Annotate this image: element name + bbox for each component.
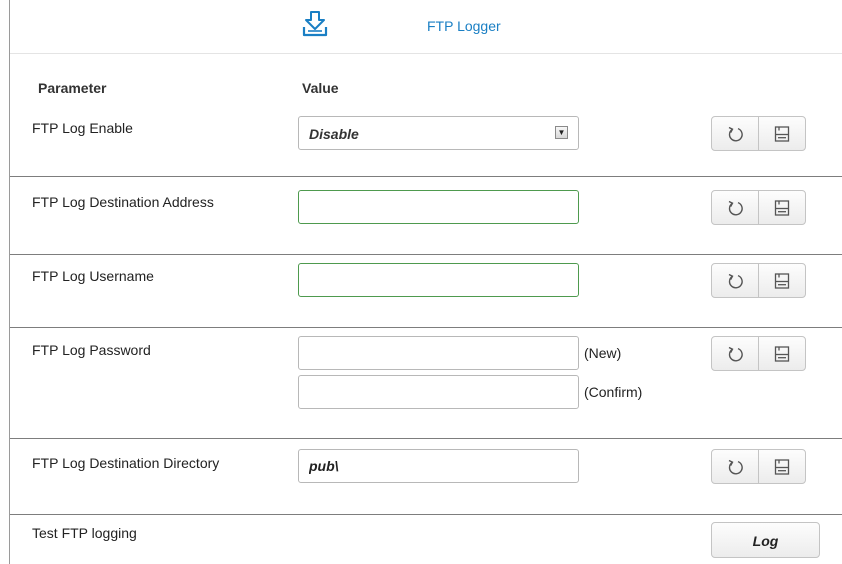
save-button[interactable] (758, 264, 805, 297)
ftp-log-username-input[interactable] (298, 263, 579, 297)
ftp-log-enable-label: FTP Log Enable (32, 120, 133, 136)
save-button[interactable] (758, 191, 805, 224)
save-icon (774, 125, 790, 142)
save-icon (774, 199, 790, 216)
ftp-log-password-new-input[interactable] (298, 336, 579, 370)
log-button[interactable]: Log (711, 522, 820, 558)
row-divider (10, 438, 842, 439)
refresh-button[interactable] (712, 264, 758, 297)
refresh-icon (728, 273, 743, 288)
refresh-icon (728, 126, 743, 141)
ftp-log-destination-directory-input[interactable] (298, 449, 579, 483)
ftp-log-enable-value: Disable (309, 126, 359, 142)
ftp-log-destination-address-label: FTP Log Destination Address (32, 194, 214, 210)
save-icon (774, 458, 790, 475)
dropdown-arrow-icon[interactable]: ▼ (555, 126, 568, 139)
column-header-value: Value (302, 80, 339, 96)
save-button[interactable] (758, 117, 805, 150)
enable-action-buttons (711, 116, 806, 151)
refresh-icon (728, 459, 743, 474)
page-title: FTP Logger (427, 18, 501, 34)
download-tray-icon (302, 11, 328, 37)
row-divider (10, 176, 842, 177)
username-action-buttons (711, 263, 806, 298)
ftp-log-username-label: FTP Log Username (32, 268, 154, 284)
row-divider (10, 254, 842, 255)
directory-action-buttons (711, 449, 806, 484)
save-button[interactable] (758, 337, 805, 370)
test-ftp-logging-label: Test FTP logging (32, 525, 137, 541)
refresh-icon (728, 346, 743, 361)
password-confirm-hint: (Confirm) (584, 384, 643, 400)
refresh-button[interactable] (712, 337, 758, 370)
ftp-log-password-confirm-input[interactable] (298, 375, 579, 409)
refresh-icon (728, 200, 743, 215)
ftp-log-destination-address-input[interactable] (298, 190, 579, 224)
ftp-logger-panel: FTP Logger Parameter Value FTP Log Enabl… (9, 0, 842, 564)
password-new-hint: (New) (584, 345, 622, 361)
column-header-parameter: Parameter (38, 80, 107, 96)
ftp-log-destination-directory-label: FTP Log Destination Directory (32, 455, 220, 471)
save-icon (774, 345, 790, 362)
address-action-buttons (711, 190, 806, 225)
save-button[interactable] (758, 450, 805, 483)
save-icon (774, 272, 790, 289)
ftp-log-password-label: FTP Log Password (32, 342, 151, 358)
ftp-log-enable-select[interactable]: Disable ▼ (298, 116, 579, 150)
refresh-button[interactable] (712, 117, 758, 150)
refresh-button[interactable] (712, 450, 758, 483)
refresh-button[interactable] (712, 191, 758, 224)
row-divider (10, 327, 842, 328)
password-action-buttons (711, 336, 806, 371)
row-divider (10, 514, 842, 515)
panel-header: FTP Logger (10, 0, 842, 54)
